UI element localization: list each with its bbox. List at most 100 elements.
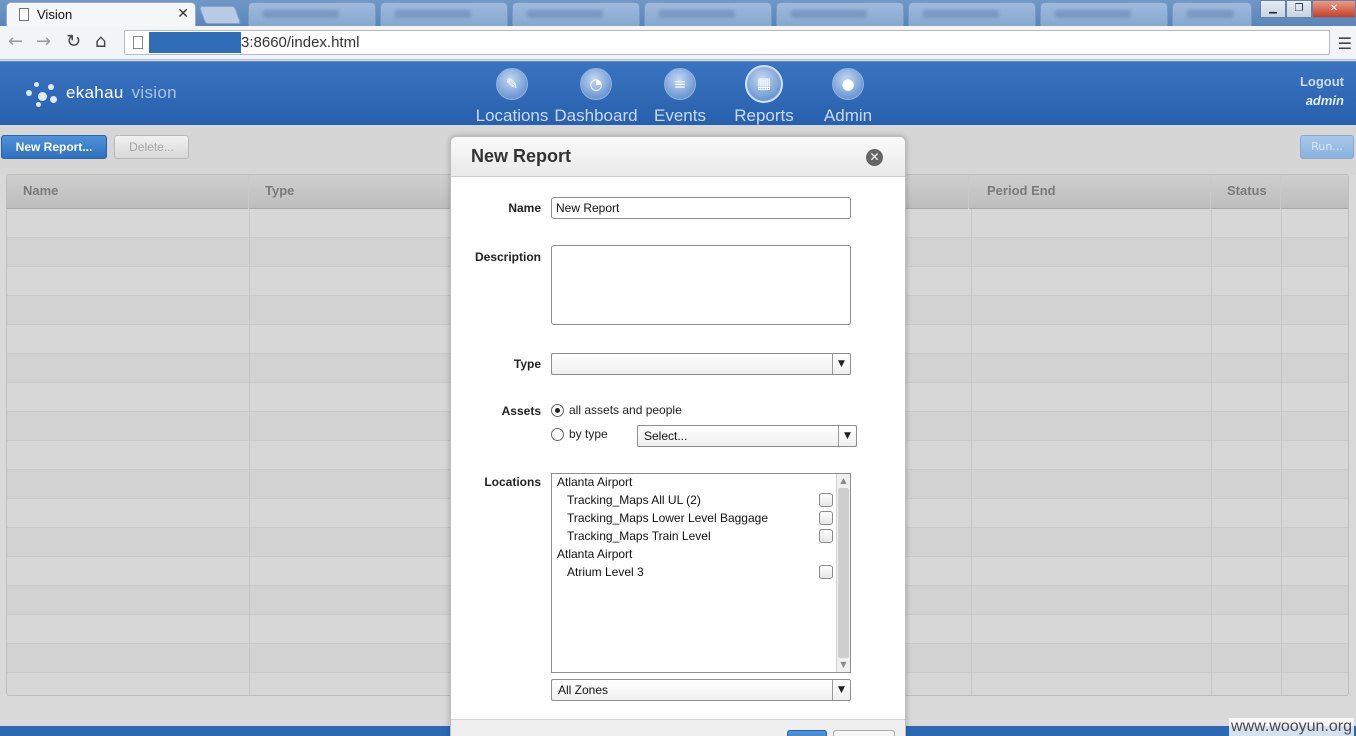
description-field[interactable] bbox=[551, 245, 851, 325]
scroll-thumb[interactable] bbox=[838, 488, 849, 658]
assets-by-type-label: by type bbox=[569, 427, 608, 441]
location-item: Atrium Level 3 bbox=[567, 565, 644, 579]
page-icon bbox=[19, 8, 29, 21]
list-icon: ≡ bbox=[664, 68, 696, 100]
dialog-header: New Report ✕ bbox=[451, 137, 905, 177]
locations-scrollbar[interactable]: ▲ ▼ bbox=[836, 474, 850, 672]
logo: ekahau vision bbox=[24, 78, 177, 108]
background-tab[interactable] bbox=[380, 2, 508, 26]
maximize-button[interactable]: ❐ bbox=[1286, 0, 1312, 18]
chevron-down-icon: ▼ bbox=[838, 426, 856, 446]
gauge-icon: ◔ bbox=[580, 68, 612, 100]
back-icon[interactable]: ← bbox=[8, 32, 23, 52]
browser-tab-bar: Vision ✕ ▁ ❐ ✕ bbox=[0, 0, 1356, 26]
address-bar: ← → ↻ ⌂ 3:8660/index.html ☰ bbox=[0, 26, 1356, 60]
pin-icon: ✎ bbox=[496, 68, 528, 100]
nav-dashboard[interactable]: ◔ Dashboard bbox=[554, 66, 638, 126]
location-group: Atlanta Airport bbox=[557, 547, 633, 561]
new-report-button[interactable]: New Report... bbox=[1, 135, 107, 159]
nav-label: Reports bbox=[734, 106, 794, 125]
location-item: Tracking_Maps All UL (2) bbox=[567, 493, 701, 507]
scroll-down-icon[interactable]: ▼ bbox=[837, 658, 850, 672]
dialog-title: New Report bbox=[471, 146, 572, 166]
url-input[interactable]: 3:8660/index.html bbox=[124, 30, 1330, 55]
locations-list[interactable]: Atlanta Airport Tracking_Maps All UL (2)… bbox=[551, 473, 851, 673]
scroll-up-icon[interactable]: ▲ bbox=[837, 474, 850, 488]
nav-label: Dashboard bbox=[554, 106, 638, 125]
location-checkbox[interactable] bbox=[819, 493, 833, 507]
new-report-dialog: New Report ✕ Name New Report Description… bbox=[450, 136, 906, 736]
logo-text: ekahau vision bbox=[66, 83, 177, 102]
ekahau-logo-icon bbox=[24, 78, 60, 108]
nav-events[interactable]: ≡ Events bbox=[638, 66, 722, 126]
nav-reports[interactable]: ▦ Reports bbox=[722, 65, 806, 126]
app-header: ekahau vision ✎ Locations ◔ Dashboard ≡ E… bbox=[0, 61, 1356, 125]
redacted-host bbox=[149, 32, 241, 53]
chart-icon: ▦ bbox=[745, 65, 783, 103]
zones-select-value: All Zones bbox=[558, 683, 609, 697]
assets-by-type-radio[interactable] bbox=[551, 428, 564, 441]
window-controls: ▁ ❐ ✕ bbox=[1260, 0, 1356, 18]
type-label: Type bbox=[513, 357, 541, 371]
ok-button[interactable] bbox=[787, 730, 827, 736]
type-select[interactable]: ▼ bbox=[551, 353, 851, 375]
column-divider bbox=[971, 209, 972, 695]
username: admin bbox=[1305, 93, 1344, 108]
location-checkbox[interactable] bbox=[819, 529, 833, 543]
tab-title: Vision bbox=[37, 7, 73, 22]
cancel-button[interactable] bbox=[833, 730, 895, 736]
location-group: Atlanta Airport bbox=[557, 475, 633, 489]
location-item: Tracking_Maps Train Level bbox=[567, 529, 711, 543]
location-item: Tracking_Maps Lower Level Baggage bbox=[567, 511, 769, 525]
page-icon bbox=[133, 36, 143, 49]
background-tab[interactable] bbox=[644, 2, 772, 26]
nav-label: Events bbox=[654, 106, 706, 125]
close-window-button[interactable]: ✕ bbox=[1312, 0, 1356, 18]
reload-icon[interactable]: ↻ bbox=[66, 32, 81, 52]
nav-label: Admin bbox=[823, 106, 873, 125]
menu-icon[interactable]: ☰ bbox=[1338, 34, 1352, 53]
background-tab[interactable] bbox=[776, 2, 904, 26]
home-icon[interactable]: ⌂ bbox=[95, 32, 106, 52]
main-nav: ✎ Locations ◔ Dashboard ≡ Events ▦ Repor… bbox=[470, 65, 890, 126]
nav-admin[interactable]: ● Admin bbox=[806, 66, 890, 126]
logout-link[interactable]: Logout admin bbox=[1300, 72, 1344, 110]
asset-type-select[interactable]: Select... ▼ bbox=[637, 425, 857, 447]
forward-icon[interactable]: → bbox=[36, 32, 51, 52]
assets-all-label: all assets and people bbox=[569, 403, 682, 417]
background-tab[interactable] bbox=[1172, 2, 1252, 26]
column-header-status[interactable]: Status bbox=[1211, 175, 1281, 209]
column-header-period-end[interactable]: Period End bbox=[971, 175, 1211, 209]
background-tab[interactable] bbox=[512, 2, 640, 26]
column-header-name[interactable]: Name bbox=[7, 175, 249, 209]
location-checkbox[interactable] bbox=[819, 511, 833, 525]
column-divider bbox=[1281, 209, 1282, 695]
assets-label: Assets bbox=[501, 404, 541, 418]
close-icon[interactable]: ✕ bbox=[866, 149, 883, 166]
dialog-footer bbox=[451, 719, 905, 736]
nav-locations[interactable]: ✎ Locations bbox=[470, 66, 554, 126]
run-button[interactable]: Run... bbox=[1300, 135, 1354, 159]
tab-close-icon[interactable]: ✕ bbox=[177, 6, 189, 22]
zones-select[interactable]: All Zones ▼ bbox=[551, 679, 851, 701]
locations-label: Locations bbox=[484, 475, 541, 489]
background-tab[interactable] bbox=[908, 2, 1036, 26]
description-label: Description bbox=[474, 250, 541, 264]
asset-type-select-value: Select... bbox=[644, 429, 688, 443]
location-checkbox[interactable] bbox=[819, 565, 833, 579]
background-tab[interactable] bbox=[1040, 2, 1168, 26]
tab-vision[interactable]: Vision ✕ bbox=[6, 2, 196, 26]
background-tab[interactable] bbox=[248, 2, 376, 26]
new-tab-button[interactable] bbox=[198, 6, 242, 24]
name-label: Name bbox=[508, 201, 541, 215]
column-divider bbox=[249, 209, 250, 695]
delete-button[interactable]: Delete... bbox=[114, 135, 189, 159]
minimize-button[interactable]: ▁ bbox=[1260, 0, 1286, 18]
nav-label: Locations bbox=[475, 106, 549, 125]
logout-label: Logout bbox=[1299, 74, 1344, 89]
url-text: 3:8660/index.html bbox=[241, 34, 360, 51]
name-field[interactable]: New Report bbox=[551, 197, 851, 219]
column-divider bbox=[1211, 209, 1212, 695]
assets-all-radio[interactable] bbox=[551, 404, 564, 417]
watermark: www.wooyun.org bbox=[1229, 718, 1354, 736]
